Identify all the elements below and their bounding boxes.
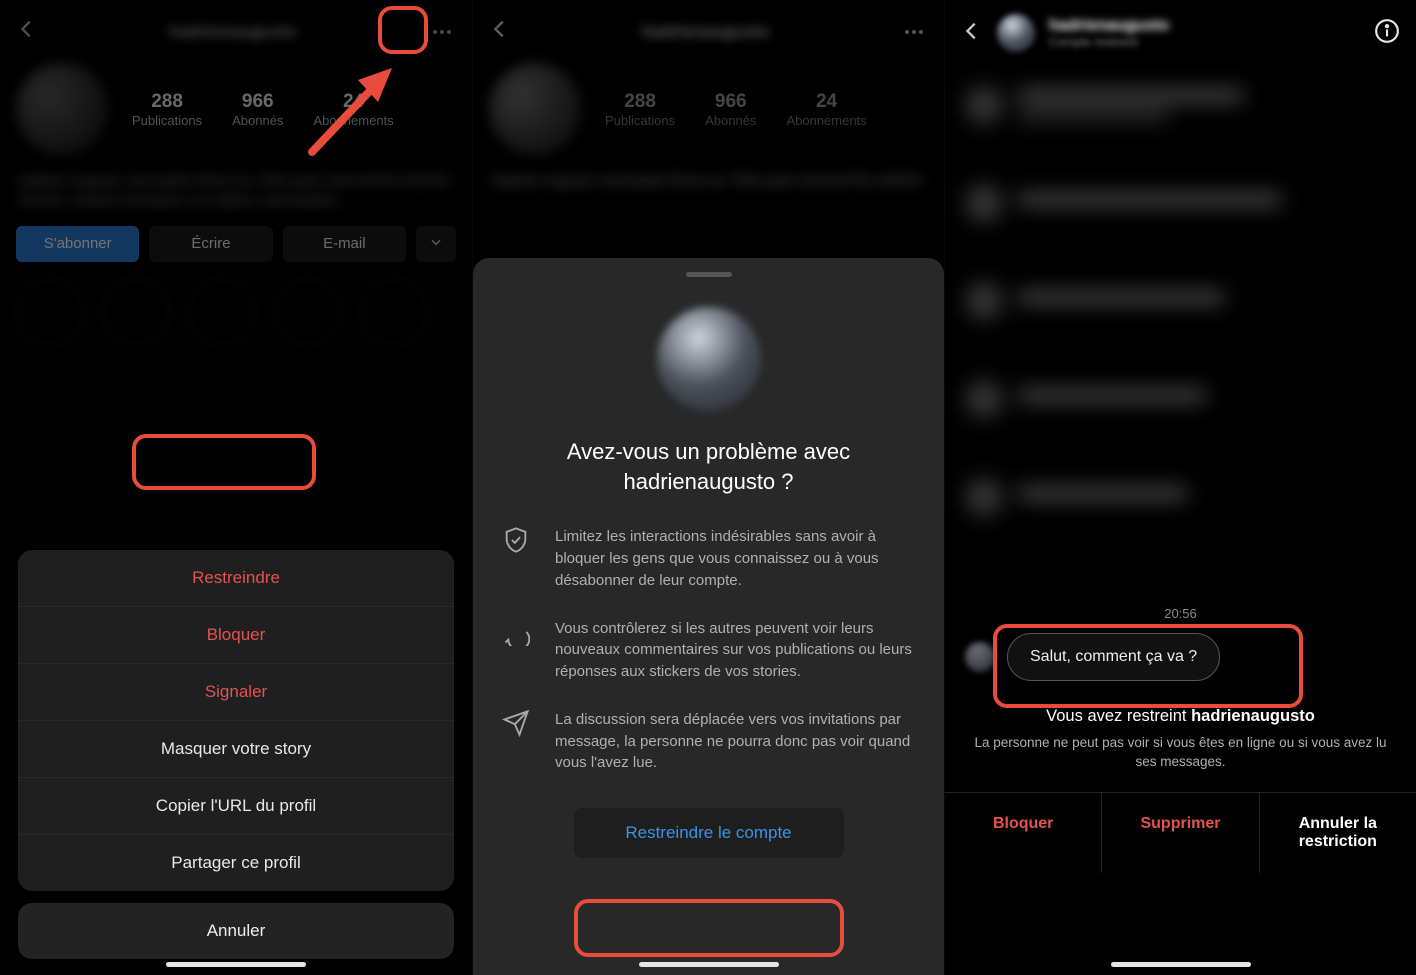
restricted-banner-title: Vous avez restreint hadrienaugusto [967,707,1394,726]
stat-following[interactable]: 24 Abonnements [786,91,866,128]
action-delete[interactable]: Supprimer [1101,793,1258,873]
message-bubble[interactable]: Salut, comment ça va ? [1007,633,1220,681]
stat-followers-label: Abonnés [705,113,756,128]
sheet-share[interactable]: Partager ce profil [18,834,454,891]
home-indicator [639,962,779,967]
stat-following-count: 24 [786,91,866,113]
home-indicator [166,962,306,967]
send-icon [499,709,533,774]
profile-username: hadrienaugusto [511,22,900,42]
info-row-2: Vous contrôlerez si les autres peuvent v… [497,618,920,683]
info-text-3: La discussion sera déplacée vers vos inv… [555,709,918,774]
stat-posts-count: 288 [605,91,675,113]
comment-icon [499,618,533,683]
modal-avatar [657,307,761,411]
avatar[interactable] [489,63,581,155]
modal-title-line2: hadrienaugusto ? [623,469,793,494]
stat-posts[interactable]: 288 Publications [605,91,675,128]
sheet-cancel[interactable]: Annuler [18,903,454,959]
info-text-2: Vous contrôlerez si les autres peuvent v… [555,618,918,683]
tutorial-highlight-restrict-button [574,899,844,957]
restrict-account-button[interactable]: Restreindre le compte [574,808,844,858]
dm-username: hadrienaugusto [1049,17,1169,35]
info-icon[interactable] [1374,18,1400,49]
panel-1-profile-with-action-sheet: hadrienaugusto 288 Publications 966 Abon… [0,0,472,975]
topbar: hadrienaugusto [473,0,944,53]
message-timestamp: 20:56 [945,606,1416,621]
bio-text: Hadrien Augusto Journaliste Élevé au 700… [473,165,944,197]
restricted-actions: Bloquer Supprimer Annuler la restriction [945,792,1416,873]
restrict-modal: Avez-vous un problème avec hadrienaugust… [473,258,944,975]
stat-followers-count: 966 [705,91,756,113]
blurred-chat-history [945,66,1416,596]
more-options-icon[interactable] [900,30,928,34]
sheet-copy-url[interactable]: Copier l'URL du profil [18,777,454,834]
drag-handle[interactable] [686,272,732,277]
dm-avatar[interactable] [997,14,1035,52]
restricted-banner-username: hadrienaugusto [1191,707,1315,725]
message-avatar[interactable] [965,642,995,672]
dm-header-text[interactable]: hadrienaugusto Compte restreint [1049,17,1169,49]
panel-2-restrict-modal: hadrienaugusto 288 Publications 966 Abon… [472,0,944,975]
sheet-block[interactable]: Bloquer [18,606,454,663]
stat-following-label: Abonnements [786,113,866,128]
sheet-restrict[interactable]: Restreindre [18,550,454,606]
action-sheet: Restreindre Bloquer Signaler Masquer vot… [18,550,454,959]
dm-header: hadrienaugusto Compte restreint [945,0,1416,66]
restricted-banner-sub: La personne ne peut pas voir si vous ête… [967,734,1394,772]
stats-row: 288 Publications 966 Abonnés 24 Abonneme… [605,91,867,128]
sheet-report[interactable]: Signaler [18,663,454,720]
back-chevron-icon[interactable] [489,18,511,45]
modal-title-line1: Avez-vous un problème avec [567,439,850,464]
info-row-3: La discussion sera déplacée vers vos inv… [497,709,920,774]
info-row-1: Limitez les interactions indésirables sa… [497,526,920,591]
stat-posts-label: Publications [605,113,675,128]
action-sheet-group: Restreindre Bloquer Signaler Masquer vot… [18,550,454,891]
restricted-banner: Vous avez restreint hadrienaugusto La pe… [945,693,1416,782]
profile-header: 288 Publications 966 Abonnés 24 Abonneme… [473,53,944,165]
action-unrestrict-l2: restriction [1299,833,1377,850]
dm-subtitle: Compte restreint [1049,35,1169,49]
action-unrestrict-l1: Annuler la [1299,815,1377,832]
panel-3-dm-restricted: hadrienaugusto Compte restreint 20:56 Sa… [944,0,1416,975]
home-indicator [1111,962,1251,967]
sheet-hide-story[interactable]: Masquer votre story [18,720,454,777]
shield-check-icon [499,526,533,591]
action-block[interactable]: Bloquer [945,793,1101,873]
message-row: Salut, comment ça va ? [945,621,1416,693]
modal-title: Avez-vous un problème avec hadrienaugust… [567,437,850,496]
action-unrestrict[interactable]: Annuler la restriction [1259,793,1416,873]
restricted-banner-title-pre: Vous avez restreint [1046,707,1191,725]
info-text-1: Limitez les interactions indésirables sa… [555,526,918,591]
back-chevron-icon[interactable] [961,20,983,47]
stat-followers[interactable]: 966 Abonnés [705,91,756,128]
